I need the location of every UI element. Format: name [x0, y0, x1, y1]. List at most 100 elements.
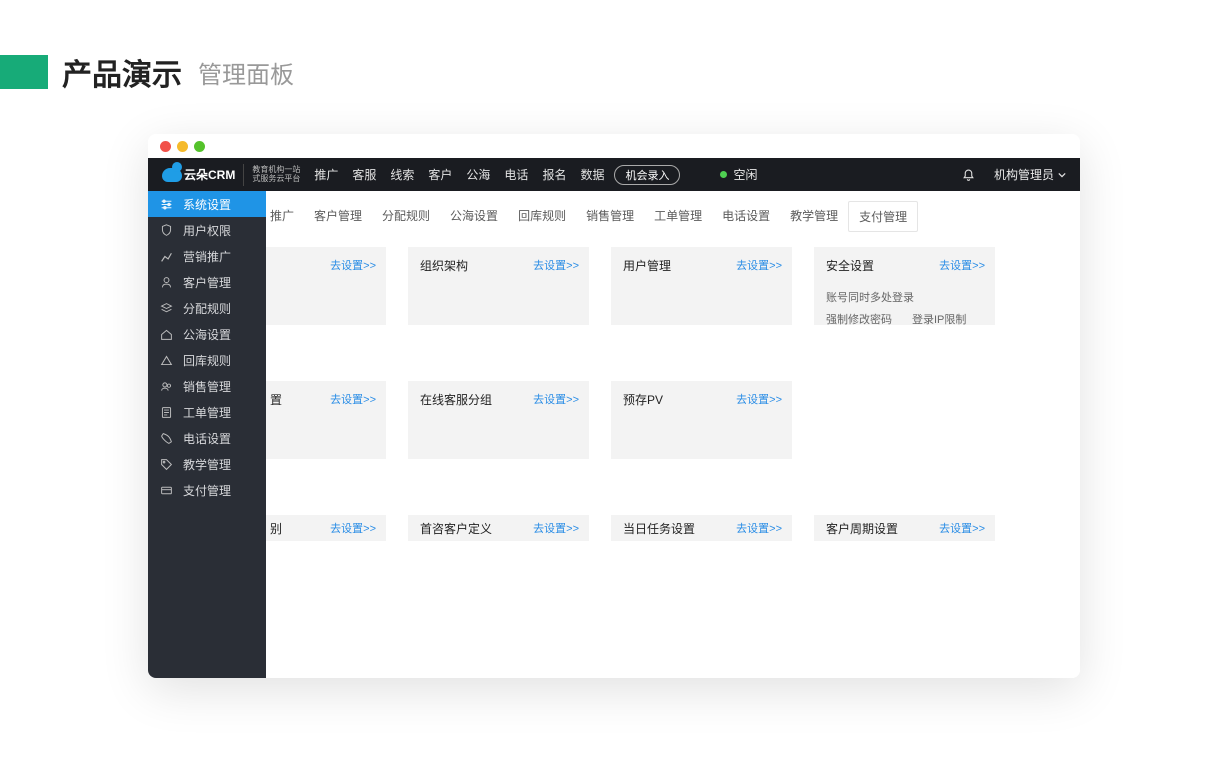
sidebar-item-phone[interactable]: 电话设置 [148, 425, 266, 451]
sidebar-item-allocation[interactable]: 分配规则 [148, 295, 266, 321]
tab-bar: 推广 客户管理 分配规则 公海设置 回库规则 销售管理 工单管理 电话设置 教学… [266, 191, 1080, 232]
card-title: 首咨客户定义 [420, 522, 492, 536]
status-indicator[interactable]: 空闲 [720, 166, 757, 183]
topbar: 云朵CRM 教育机构一站 式服务云平台 推广 客服 线索 客户 公海 电话 报名… [148, 158, 1080, 191]
goto-settings-link[interactable]: 去设置>> [330, 520, 376, 536]
sidebar-item-customer[interactable]: 客户管理 [148, 269, 266, 295]
card-title: 组织架构 [420, 259, 468, 273]
sliders-icon [160, 198, 173, 211]
logo-divider [243, 164, 244, 186]
chart-icon [160, 250, 173, 263]
tab-customer[interactable]: 客户管理 [304, 201, 372, 232]
sidebar-item-label: 客户管理 [183, 274, 231, 291]
settings-card-service-group: 在线客服分组 去设置>> [408, 381, 589, 459]
shield-icon [160, 224, 173, 237]
sidebar-item-system-settings[interactable]: 系统设置 [148, 191, 266, 217]
nav-data[interactable]: 数据 [580, 166, 604, 183]
bell-icon[interactable] [962, 169, 974, 181]
person-icon [160, 276, 173, 289]
title-accent-block [0, 55, 48, 89]
goto-settings-link[interactable]: 去设置>> [330, 391, 376, 407]
settings-card-security: 安全设置 去设置>> 账号同时多处登录 强制修改密码 登录IP限制 [814, 247, 995, 325]
user-label: 机构管理员 [994, 166, 1054, 183]
tab-alloc[interactable]: 分配规则 [372, 201, 440, 232]
goto-settings-link[interactable]: 去设置>> [939, 520, 985, 536]
card-tag: 账号同时多处登录 [826, 289, 914, 305]
sidebar-item-label: 用户权限 [183, 222, 231, 239]
settings-card-pv: 预存PV 去设置>> [611, 381, 792, 459]
card-title: 安全设置 [826, 259, 874, 273]
brand-name: 云朵CRM [184, 166, 235, 183]
sidebar-item-label: 电话设置 [183, 430, 231, 447]
doc-icon [160, 406, 173, 419]
sidebar-item-teach[interactable]: 教学管理 [148, 451, 266, 477]
cloud-icon [162, 168, 182, 182]
logo: 云朵CRM 教育机构一站 式服务云平台 [162, 164, 300, 186]
tab-sea[interactable]: 公海设置 [440, 201, 508, 232]
tab-sales[interactable]: 销售管理 [576, 201, 644, 232]
settings-card-dailytask: 当日任务设置 去设置>> [611, 515, 792, 541]
nav-leads[interactable]: 线索 [390, 166, 414, 183]
nav-phone[interactable]: 电话 [504, 166, 528, 183]
goto-settings-link[interactable]: 去设置>> [736, 520, 782, 536]
settings-card-cycle: 客户周期设置 去设置>> [814, 515, 995, 541]
close-window-dot[interactable] [160, 141, 171, 152]
record-button[interactable]: 机会录入 [614, 165, 680, 185]
tab-ticket[interactable]: 工单管理 [644, 201, 712, 232]
maximize-window-dot[interactable] [194, 141, 205, 152]
card-icon [160, 484, 173, 497]
settings-card-partial-1: 去设置>> [266, 247, 386, 325]
people-icon [160, 380, 173, 393]
tab-promo[interactable]: 推广 [266, 201, 304, 232]
sidebar-item-label: 教学管理 [183, 456, 231, 473]
card-row-3: 别 去设置>> 首咨客户定义 去设置>> 当日任务设置 去设置>> 客户周期设置… [274, 515, 1072, 541]
goto-settings-link[interactable]: 去设置>> [533, 520, 579, 536]
goto-settings-link[interactable]: 去设置>> [939, 257, 985, 273]
tag-icon [160, 458, 173, 471]
sidebar-item-payment[interactable]: 支付管理 [148, 477, 266, 503]
nav-promo[interactable]: 推广 [314, 166, 338, 183]
tab-return[interactable]: 回库规则 [508, 201, 576, 232]
page-subtitle: 管理面板 [198, 55, 294, 90]
sidebar-item-label: 销售管理 [183, 378, 231, 395]
card-title: 置 [270, 393, 282, 407]
card-title: 当日任务设置 [623, 522, 695, 536]
nav-customer[interactable]: 客户 [428, 166, 452, 183]
page-title: 产品演示 [62, 50, 182, 94]
sidebar-item-user-perms[interactable]: 用户权限 [148, 217, 266, 243]
app-window: 云朵CRM 教育机构一站 式服务云平台 推广 客服 线索 客户 公海 电话 报名… [148, 134, 1080, 678]
tab-phone[interactable]: 电话设置 [712, 201, 780, 232]
settings-card-user: 用户管理 去设置>> [611, 247, 792, 325]
goto-settings-link[interactable]: 去设置>> [533, 257, 579, 273]
goto-settings-link[interactable]: 去设置>> [533, 391, 579, 407]
card-tag: 强制修改密码 [826, 311, 892, 327]
nav-enroll[interactable]: 报名 [542, 166, 566, 183]
goto-settings-link[interactable]: 去设置>> [736, 391, 782, 407]
goto-settings-link[interactable]: 去设置>> [330, 257, 376, 273]
card-row-2: 置 去设置>> 在线客服分组 去设置>> 预存PV 去设置>> [274, 381, 1072, 459]
nav-sea[interactable]: 公海 [466, 166, 490, 183]
sidebar-item-label: 营销推广 [183, 248, 231, 265]
card-title: 用户管理 [623, 259, 671, 273]
fade-overlay [266, 648, 1080, 678]
brand-tagline: 教育机构一站 式服务云平台 [252, 166, 300, 184]
sidebar-item-label: 系统设置 [183, 196, 231, 213]
sidebar-item-marketing[interactable]: 营销推广 [148, 243, 266, 269]
window-titlebar [148, 134, 1080, 158]
top-nav: 推广 客服 线索 客户 公海 电话 报名 数据 [314, 166, 604, 183]
minimize-window-dot[interactable] [177, 141, 188, 152]
goto-settings-link[interactable]: 去设置>> [736, 257, 782, 273]
sidebar-item-sea[interactable]: 公海设置 [148, 321, 266, 347]
sidebar-item-ticket[interactable]: 工单管理 [148, 399, 266, 425]
settings-card-org: 组织架构 去设置>> [408, 247, 589, 325]
sidebar-item-label: 支付管理 [183, 482, 231, 499]
card-tag: 登录IP限制 [912, 311, 966, 327]
sidebar-item-sales[interactable]: 销售管理 [148, 373, 266, 399]
settings-card-partial-2: 置 去设置>> [266, 381, 386, 459]
card-title: 别 [270, 522, 282, 536]
tab-teach[interactable]: 教学管理 [780, 201, 848, 232]
sidebar-item-return[interactable]: 回库规则 [148, 347, 266, 373]
tab-payment[interactable]: 支付管理 [848, 201, 918, 232]
nav-service[interactable]: 客服 [352, 166, 376, 183]
user-menu[interactable]: 机构管理员 [994, 166, 1066, 183]
